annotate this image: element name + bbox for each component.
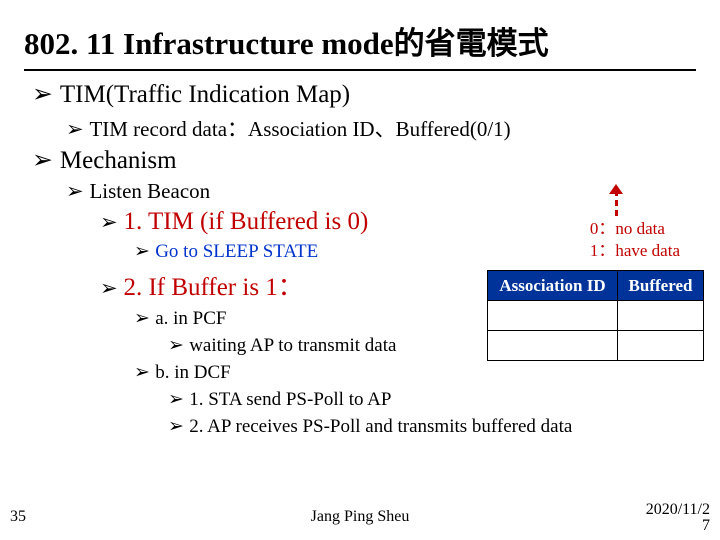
item-tim: TIM(Traffic Indication Map): [32, 79, 696, 109]
item-tim-buffered-0-text: 1. TIM (if Buffered is 0): [123, 208, 368, 235]
item-listen-beacon: Listen Beacon: [66, 179, 696, 204]
item-dcf-pspoll: 1. STA send PS-Poll to AP: [168, 388, 696, 411]
table-row: [488, 301, 704, 331]
legend-box: 0：no data 1：have data: [590, 218, 680, 262]
page-number: 35: [10, 508, 26, 526]
item-buffer-1-text: 2. If Buffer is 1：: [123, 274, 302, 301]
item-mechanism: Mechanism: [32, 145, 696, 175]
footer-date-line1: 2020/11/2: [646, 501, 710, 518]
footer-date: 2020/11/2 7: [646, 502, 710, 534]
th-association-id: Association ID: [488, 271, 618, 301]
item-tim-record: TIM record data：Association ID、Buffered(…: [66, 113, 696, 143]
title-chinese: 的省電模式: [394, 26, 549, 61]
title-rule: [24, 69, 696, 71]
title-english: 802. 11 Infrastructure mode: [24, 26, 394, 61]
th-buffered: Buffered: [618, 271, 704, 301]
footer-author: Jang Ping Sheu: [311, 508, 410, 526]
legend-no-data: 0：no data: [590, 218, 680, 240]
item-dcf: b. in DCF: [134, 361, 696, 384]
tim-table: Association ID Buffered: [487, 270, 704, 361]
tim-record-text: TIM record data：Association ID、Buffered(…: [89, 117, 510, 141]
table-row: [488, 331, 704, 361]
legend-have-data: 1：have data: [590, 240, 680, 262]
item-goto-sleep-text: Go to SLEEP STATE: [155, 241, 318, 262]
slide-title: 802. 11 Infrastructure mode的省電模式: [24, 18, 696, 63]
item-dcf-ap-tx: 2. AP receives PS-Poll and transmits buf…: [168, 415, 696, 438]
footer-date-line2: 7: [702, 518, 710, 534]
dashed-arrow-icon: [610, 184, 624, 218]
